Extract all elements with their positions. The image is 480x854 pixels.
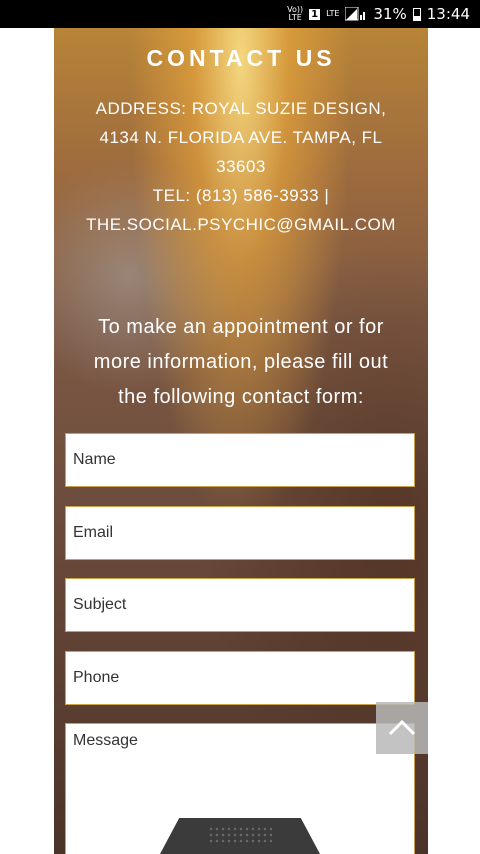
contact-title: CONTACT US bbox=[146, 45, 336, 71]
navigation-handle-icon bbox=[208, 826, 272, 846]
email-field[interactable] bbox=[65, 506, 415, 560]
navigation-handle[interactable] bbox=[160, 818, 320, 854]
status-bar: Vo)) LTE 1 LTE 31% 13:44 bbox=[0, 0, 480, 28]
address-line: ADDRESS: ROYAL SUZIE DESIGN, bbox=[95, 99, 387, 118]
sim-indicator: 1 bbox=[309, 8, 321, 20]
signal-icon bbox=[345, 7, 366, 21]
battery-icon bbox=[412, 7, 421, 21]
telephone-line: TEL: (813) 586-3933 | bbox=[152, 186, 330, 205]
address-line: 4134 N. FLORIDA AVE. TAMPA, FL bbox=[99, 128, 383, 147]
clock: 13:44 bbox=[426, 5, 470, 23]
lte-indicator: LTE bbox=[326, 9, 340, 18]
phone-field[interactable] bbox=[65, 651, 415, 705]
form-intro: To make an appointment or for more infor… bbox=[93, 316, 389, 408]
email-line: THE.SOCIAL.PSYCHIC@GMAIL.COM bbox=[86, 215, 396, 234]
back-to-top-button[interactable] bbox=[376, 702, 428, 754]
address-line: 33603 bbox=[216, 157, 266, 176]
volte-indicator: Vo)) LTE bbox=[287, 5, 304, 22]
contact-address-block: ADDRESS: ROYAL SUZIE DESIGN, 4134 N. FLO… bbox=[74, 94, 408, 239]
subject-field[interactable] bbox=[65, 578, 415, 632]
contact-panel: CONTACT US ADDRESS: ROYAL SUZIE DESIGN, … bbox=[54, 28, 428, 854]
name-field[interactable] bbox=[65, 433, 415, 487]
chevron-up-icon bbox=[388, 719, 416, 736]
battery-percent: 31% bbox=[373, 5, 407, 23]
